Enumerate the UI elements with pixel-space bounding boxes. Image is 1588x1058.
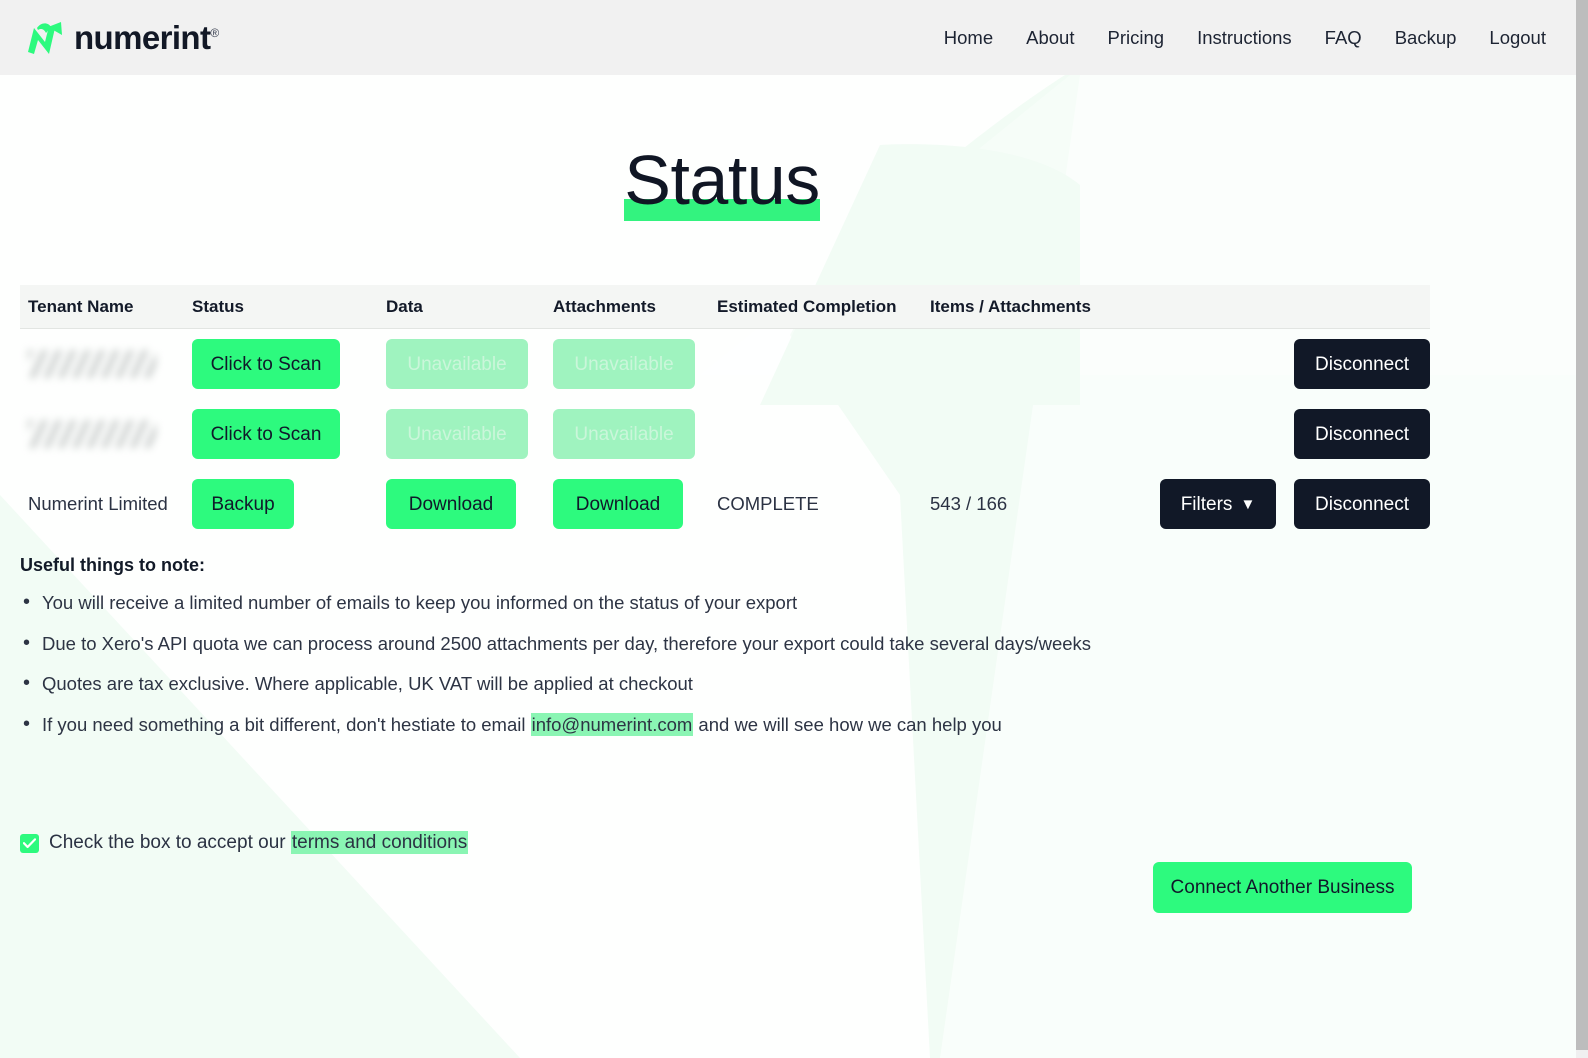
status-cell: Click to Scan — [192, 409, 386, 459]
column-header-items-attachments: Items / Attachments — [930, 296, 1091, 316]
row-actions-cell: Disconnect — [1126, 409, 1430, 459]
note-suffix-text: and we will see how we can help you — [693, 713, 1002, 735]
notes-heading: Useful things to note: — [20, 555, 205, 575]
note-prefix-text: If you need something a bit different, d… — [42, 713, 531, 735]
column-header-tenant-name: Tenant Name — [28, 296, 134, 316]
nav-item-faq[interactable]: FAQ — [1325, 27, 1362, 49]
data-cell: Unavailable — [386, 339, 553, 389]
items-attachments-cell: 543 / 166 — [930, 493, 1008, 514]
click-to-scan-button[interactable]: Click to Scan — [192, 339, 340, 389]
terms-label: Check the box to accept our terms and co… — [49, 831, 469, 854]
site-header: numerint® Home About Pricing Instruction… — [0, 0, 1576, 75]
data-cell: Download — [386, 479, 553, 529]
brand-name: numerint® — [74, 21, 219, 54]
table-row: Click to Scan Unavailable Unavailable Di… — [20, 329, 1430, 399]
main-navigation: Home About Pricing Instructions FAQ Back… — [944, 27, 1546, 49]
table-row: Click to Scan Unavailable Unavailable Di… — [20, 399, 1430, 469]
disconnect-button[interactable]: Disconnect — [1294, 409, 1430, 459]
column-header-estimated-completion: Estimated Completion — [717, 296, 897, 316]
disconnect-button[interactable]: Disconnect — [1294, 339, 1430, 389]
terms-checkbox[interactable] — [20, 833, 39, 853]
page-title-text: Status — [624, 141, 820, 219]
attachments-unavailable-button: Unavailable — [553, 409, 695, 459]
backup-button[interactable]: Backup — [192, 479, 294, 529]
tenant-status-table: Tenant Name Status Data Attachments Esti… — [20, 285, 1430, 539]
numerint-n-arrow-logo-icon — [28, 21, 62, 54]
redacted-tenant-name — [28, 420, 156, 448]
tenant-name-cell — [20, 420, 192, 448]
column-header-attachments: Attachments — [553, 296, 656, 316]
main-content: Status Tenant Name Status Data Attachmen… — [0, 75, 1576, 1058]
tenant-name-cell — [20, 350, 192, 378]
attachments-cell: Unavailable — [553, 339, 717, 389]
brand-logo[interactable]: numerint® — [24, 16, 219, 60]
attachments-unavailable-button: Unavailable — [553, 339, 695, 389]
filters-label: Filters — [1180, 493, 1233, 515]
page-scrollbar[interactable] — [1576, 0, 1588, 1058]
nav-item-about[interactable]: About — [1026, 27, 1074, 49]
table-header-row: Tenant Name Status Data Attachments Esti… — [20, 285, 1430, 329]
filters-dropdown-button[interactable]: Filters ▼ — [1160, 479, 1276, 529]
tenant-name-cell: Numerint Limited — [28, 493, 168, 514]
disconnect-button[interactable]: Disconnect — [1294, 479, 1430, 529]
nav-item-logout[interactable]: Logout — [1489, 27, 1546, 49]
list-item: Due to Xero's API quota we can process a… — [20, 633, 1220, 654]
scrollbar-thumb[interactable] — [1576, 0, 1588, 1050]
registered-mark: ® — [210, 26, 219, 40]
status-cell: Click to Scan — [192, 339, 386, 389]
click-to-scan-button[interactable]: Click to Scan — [192, 409, 340, 459]
connect-another-business-button[interactable]: Connect Another Business — [1153, 862, 1412, 913]
terms-and-conditions-link[interactable]: terms and conditions — [290, 831, 469, 854]
attachments-cell: Unavailable — [553, 409, 717, 459]
chevron-down-icon: ▼ — [1240, 495, 1256, 513]
support-email-link[interactable]: info@numerint.com — [530, 712, 694, 736]
download-attachments-button[interactable]: Download — [553, 479, 683, 529]
estimated-completion-cell: COMPLETE — [717, 493, 819, 514]
page-title-wrap: Status — [0, 145, 1444, 221]
row-actions-cell: Disconnect — [1126, 339, 1430, 389]
download-data-button[interactable]: Download — [386, 479, 516, 529]
column-header-status: Status — [192, 296, 244, 316]
redacted-tenant-name — [28, 350, 156, 378]
nav-item-backup[interactable]: Backup — [1395, 27, 1457, 49]
data-cell: Unavailable — [386, 409, 553, 459]
notes-list: You will receive a limited number of ema… — [20, 592, 1220, 736]
terms-acceptance-row: Check the box to accept our terms and co… — [20, 831, 469, 854]
list-item: If you need something a bit different, d… — [20, 712, 1220, 736]
data-unavailable-button: Unavailable — [386, 409, 528, 459]
useful-notes-section: Useful things to note: You will receive … — [20, 555, 1220, 756]
check-icon — [23, 837, 36, 848]
table-row: Numerint Limited Backup Download Downloa… — [20, 469, 1430, 539]
nav-item-pricing[interactable]: Pricing — [1108, 27, 1165, 49]
column-header-data: Data — [386, 296, 423, 316]
list-item: Quotes are tax exclusive. Where applicab… — [20, 673, 1220, 694]
nav-item-instructions[interactable]: Instructions — [1197, 27, 1292, 49]
data-unavailable-button: Unavailable — [386, 339, 528, 389]
terms-prefix-text: Check the box to accept our — [49, 832, 291, 853]
page-root: numerint® Home About Pricing Instruction… — [0, 0, 1576, 1058]
brand-name-text: numerint — [74, 19, 211, 56]
attachments-cell: Download — [553, 479, 717, 529]
list-item: You will receive a limited number of ema… — [20, 592, 1220, 613]
page-title: Status — [624, 145, 820, 221]
row-actions-cell: Filters ▼ Disconnect — [1126, 479, 1430, 529]
status-cell: Backup — [192, 479, 386, 529]
connect-business-wrap: Connect Another Business — [1153, 862, 1412, 913]
nav-item-home[interactable]: Home — [944, 27, 993, 49]
